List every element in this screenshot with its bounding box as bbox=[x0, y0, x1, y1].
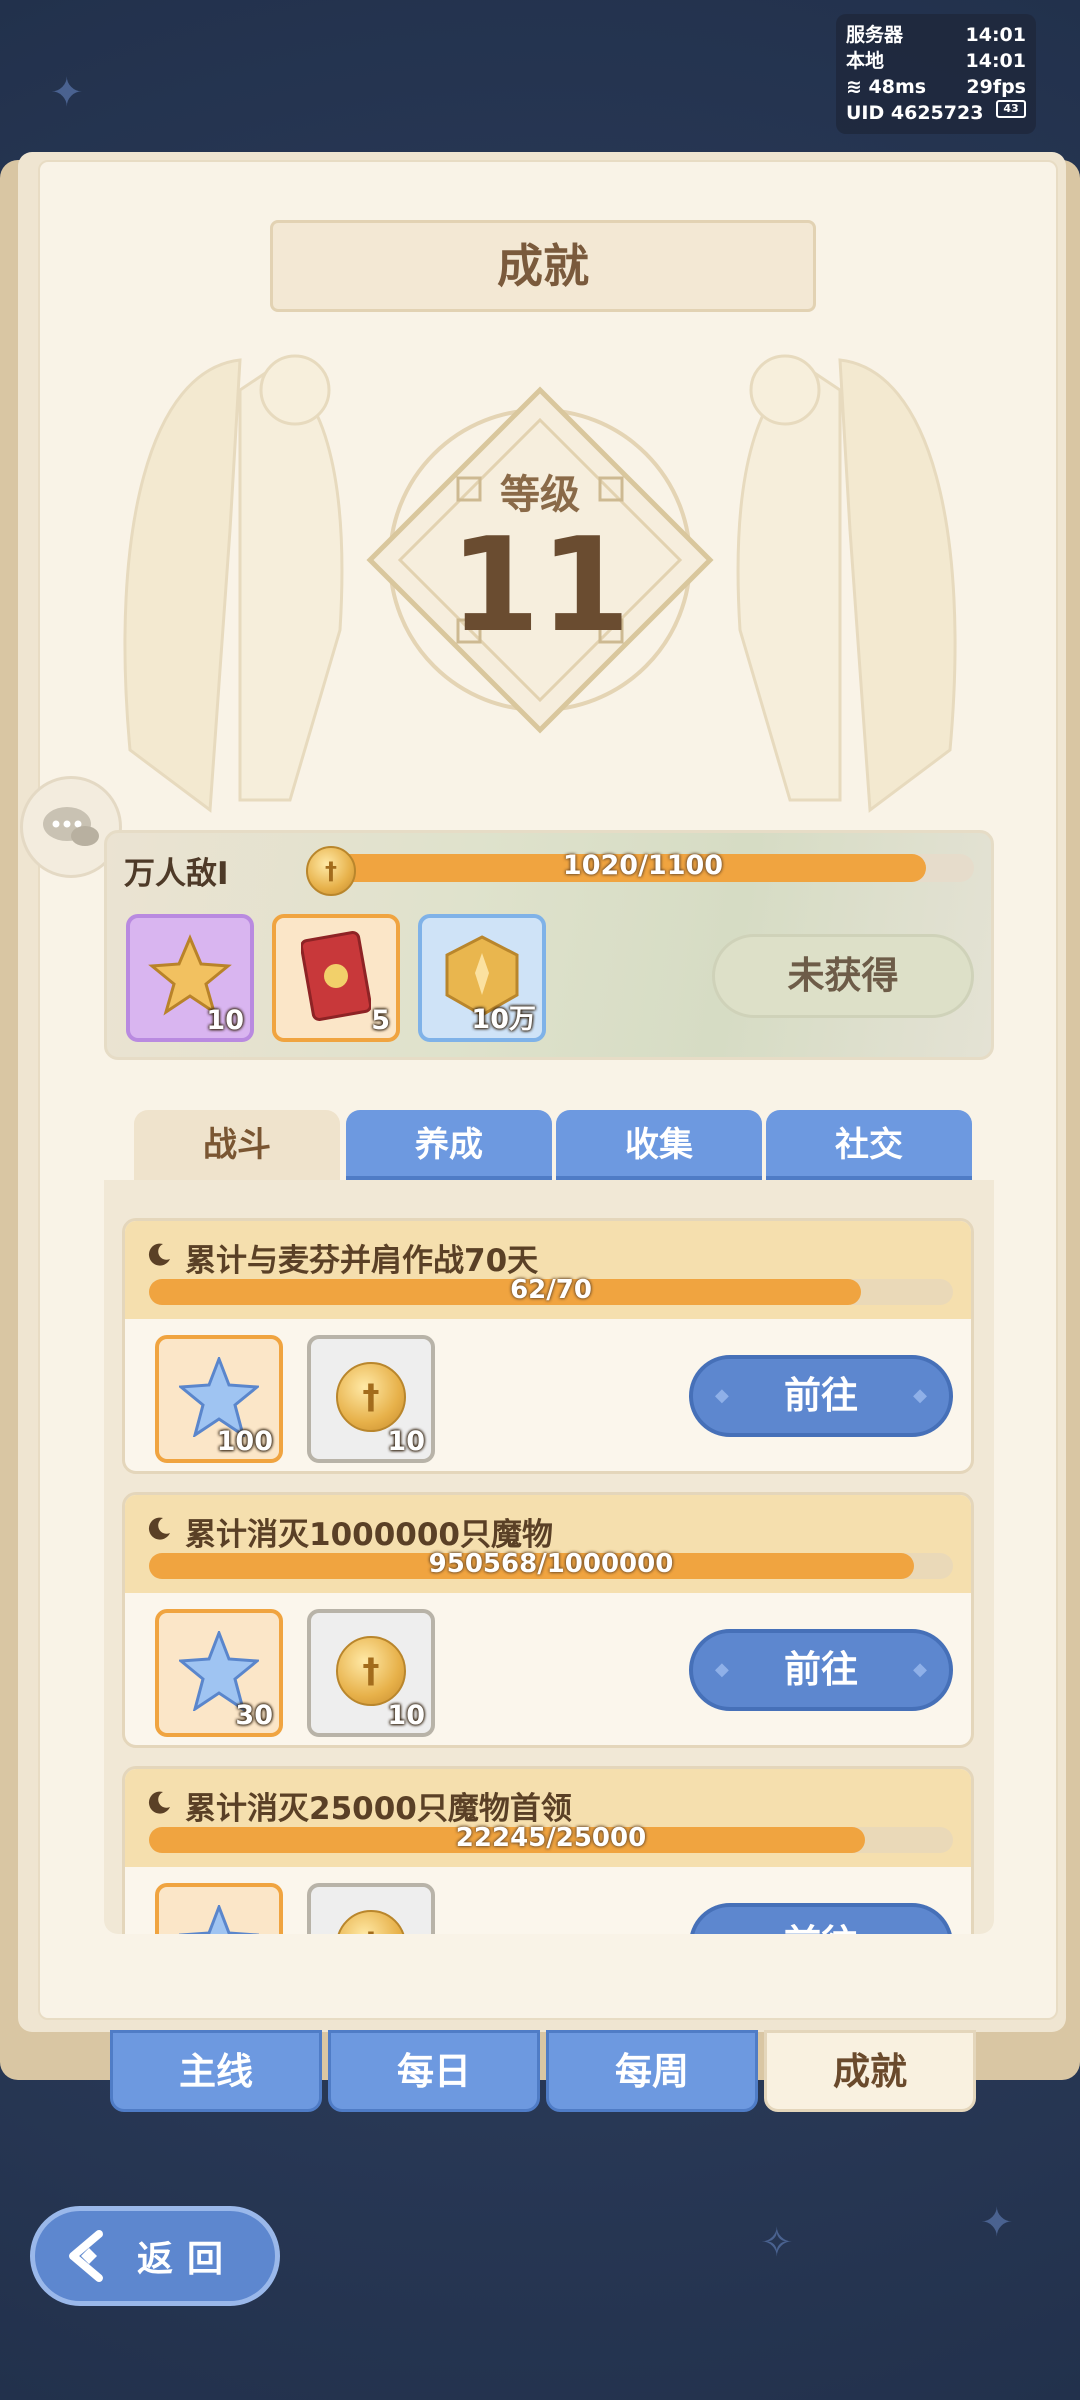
reward-qty: 10万 bbox=[471, 1004, 536, 1035]
crystal-star-icon bbox=[179, 1904, 259, 1934]
tab-battle[interactable]: 战斗 bbox=[134, 1110, 340, 1180]
achievement-title: 累计消灭1000000只魔物 bbox=[185, 1517, 553, 1553]
achievement-progress-text: 22245/25000 bbox=[455, 1823, 647, 1853]
local-time: 14:01 bbox=[965, 50, 1026, 72]
moon-icon bbox=[148, 1791, 170, 1814]
achievement-card: 累计消灭25000只魔物首领 22245/25000 † 前往 bbox=[122, 1766, 974, 1934]
reward-item[interactable]: † bbox=[307, 1883, 435, 1934]
decorative-star-icon: ✧ bbox=[760, 2220, 794, 2266]
decorative-star-icon: ✦ bbox=[50, 70, 84, 116]
chat-bubble-icon bbox=[43, 807, 99, 846]
go-button[interactable]: 前往 bbox=[689, 1629, 953, 1711]
achievement-progress-text: 950568/1000000 bbox=[428, 1549, 674, 1579]
battery-icon: 43 bbox=[996, 100, 1026, 118]
achievement-progress-text: 62/70 bbox=[510, 1275, 592, 1305]
achievement-card: 累计消灭1000000只魔物 950568/1000000 30 † 10 前往 bbox=[122, 1492, 974, 1748]
reward-item[interactable]: 30 bbox=[155, 1609, 283, 1737]
page-title: 成就 bbox=[270, 220, 816, 312]
tab-weekly[interactable]: 每周 bbox=[546, 2030, 758, 2112]
level-value: 11 bbox=[449, 509, 631, 661]
reward-qty: 30 bbox=[235, 1700, 273, 1731]
reward-qty: 10 bbox=[387, 1426, 425, 1457]
winged-coin-icon: † bbox=[336, 1635, 406, 1706]
tab-growth[interactable]: 养成 bbox=[346, 1110, 552, 1180]
ping: 48ms bbox=[868, 76, 927, 98]
reward-qty: 10 bbox=[387, 1700, 425, 1731]
wifi-icon: ≋ bbox=[846, 76, 862, 98]
moon-icon bbox=[148, 1243, 170, 1266]
reward-qty: 10 bbox=[206, 1005, 244, 1036]
reward-item[interactable]: 100 bbox=[155, 1335, 283, 1463]
reward-qty: 5 bbox=[371, 1005, 390, 1036]
server-time: 14:01 bbox=[965, 24, 1026, 46]
crystal-star-icon bbox=[179, 1630, 259, 1711]
rank-progress-text: 1020/1100 bbox=[562, 850, 724, 881]
back-label: 返回 bbox=[137, 2239, 238, 2280]
left-angel-illustration bbox=[123, 354, 344, 813]
decorative-star-icon: ✦ bbox=[980, 2200, 1014, 2246]
tab-daily[interactable]: 每日 bbox=[328, 2030, 540, 2112]
fps: 29fps bbox=[966, 76, 1026, 98]
local-label: 本地 bbox=[846, 50, 885, 72]
tab-main-quest[interactable]: 主线 bbox=[110, 2030, 322, 2112]
tab-achievements[interactable]: 成就 bbox=[764, 2030, 976, 2112]
go-button[interactable]: 前往 bbox=[689, 1355, 953, 1437]
rank-name: 万人敌I bbox=[124, 856, 229, 892]
not-obtained-button[interactable]: 未获得 bbox=[712, 934, 974, 1018]
card-icon bbox=[301, 930, 371, 1021]
server-label: 服务器 bbox=[846, 24, 904, 46]
reward-item[interactable]: † 10 bbox=[307, 1335, 435, 1463]
winged-coin-icon: † bbox=[336, 1361, 406, 1432]
uid: UID 4625723 bbox=[846, 102, 984, 124]
reward-item[interactable]: 5 bbox=[272, 914, 400, 1042]
winged-coin-icon: † bbox=[336, 1909, 406, 1934]
back-arrow-icon bbox=[69, 2230, 103, 2282]
go-button[interactable]: 前往 bbox=[689, 1903, 953, 1934]
reward-item[interactable] bbox=[155, 1883, 283, 1934]
reward-item[interactable]: 10万 bbox=[418, 914, 546, 1042]
right-angel-illustration bbox=[736, 354, 957, 813]
reward-item[interactable]: † 10 bbox=[307, 1609, 435, 1737]
achievement-card: 累计与麦芬并肩作战70天 62/70 100 † 10 前往 bbox=[122, 1218, 974, 1474]
reward-qty: 100 bbox=[216, 1426, 273, 1457]
achievement-title: 累计与麦芬并肩作战70天 bbox=[185, 1243, 539, 1279]
back-button[interactable]: 返回 bbox=[30, 2206, 280, 2306]
crystal-star-icon bbox=[179, 1356, 259, 1437]
achievement-list[interactable]: 累计与麦芬并肩作战70天 62/70 100 † 10 前往 累计消灭10000… bbox=[104, 1180, 994, 1934]
tab-social[interactable]: 社交 bbox=[766, 1110, 972, 1180]
achievement-title: 累计消灭25000只魔物首领 bbox=[185, 1791, 572, 1827]
network-status-overlay: 服务器 14:01 本地 14:01 ≋ 48ms 29fps UID 4625723… bbox=[836, 14, 1036, 134]
moon-icon bbox=[148, 1517, 170, 1540]
reward-item[interactable]: 10 bbox=[126, 914, 254, 1042]
tab-collection[interactable]: 收集 bbox=[556, 1110, 762, 1180]
